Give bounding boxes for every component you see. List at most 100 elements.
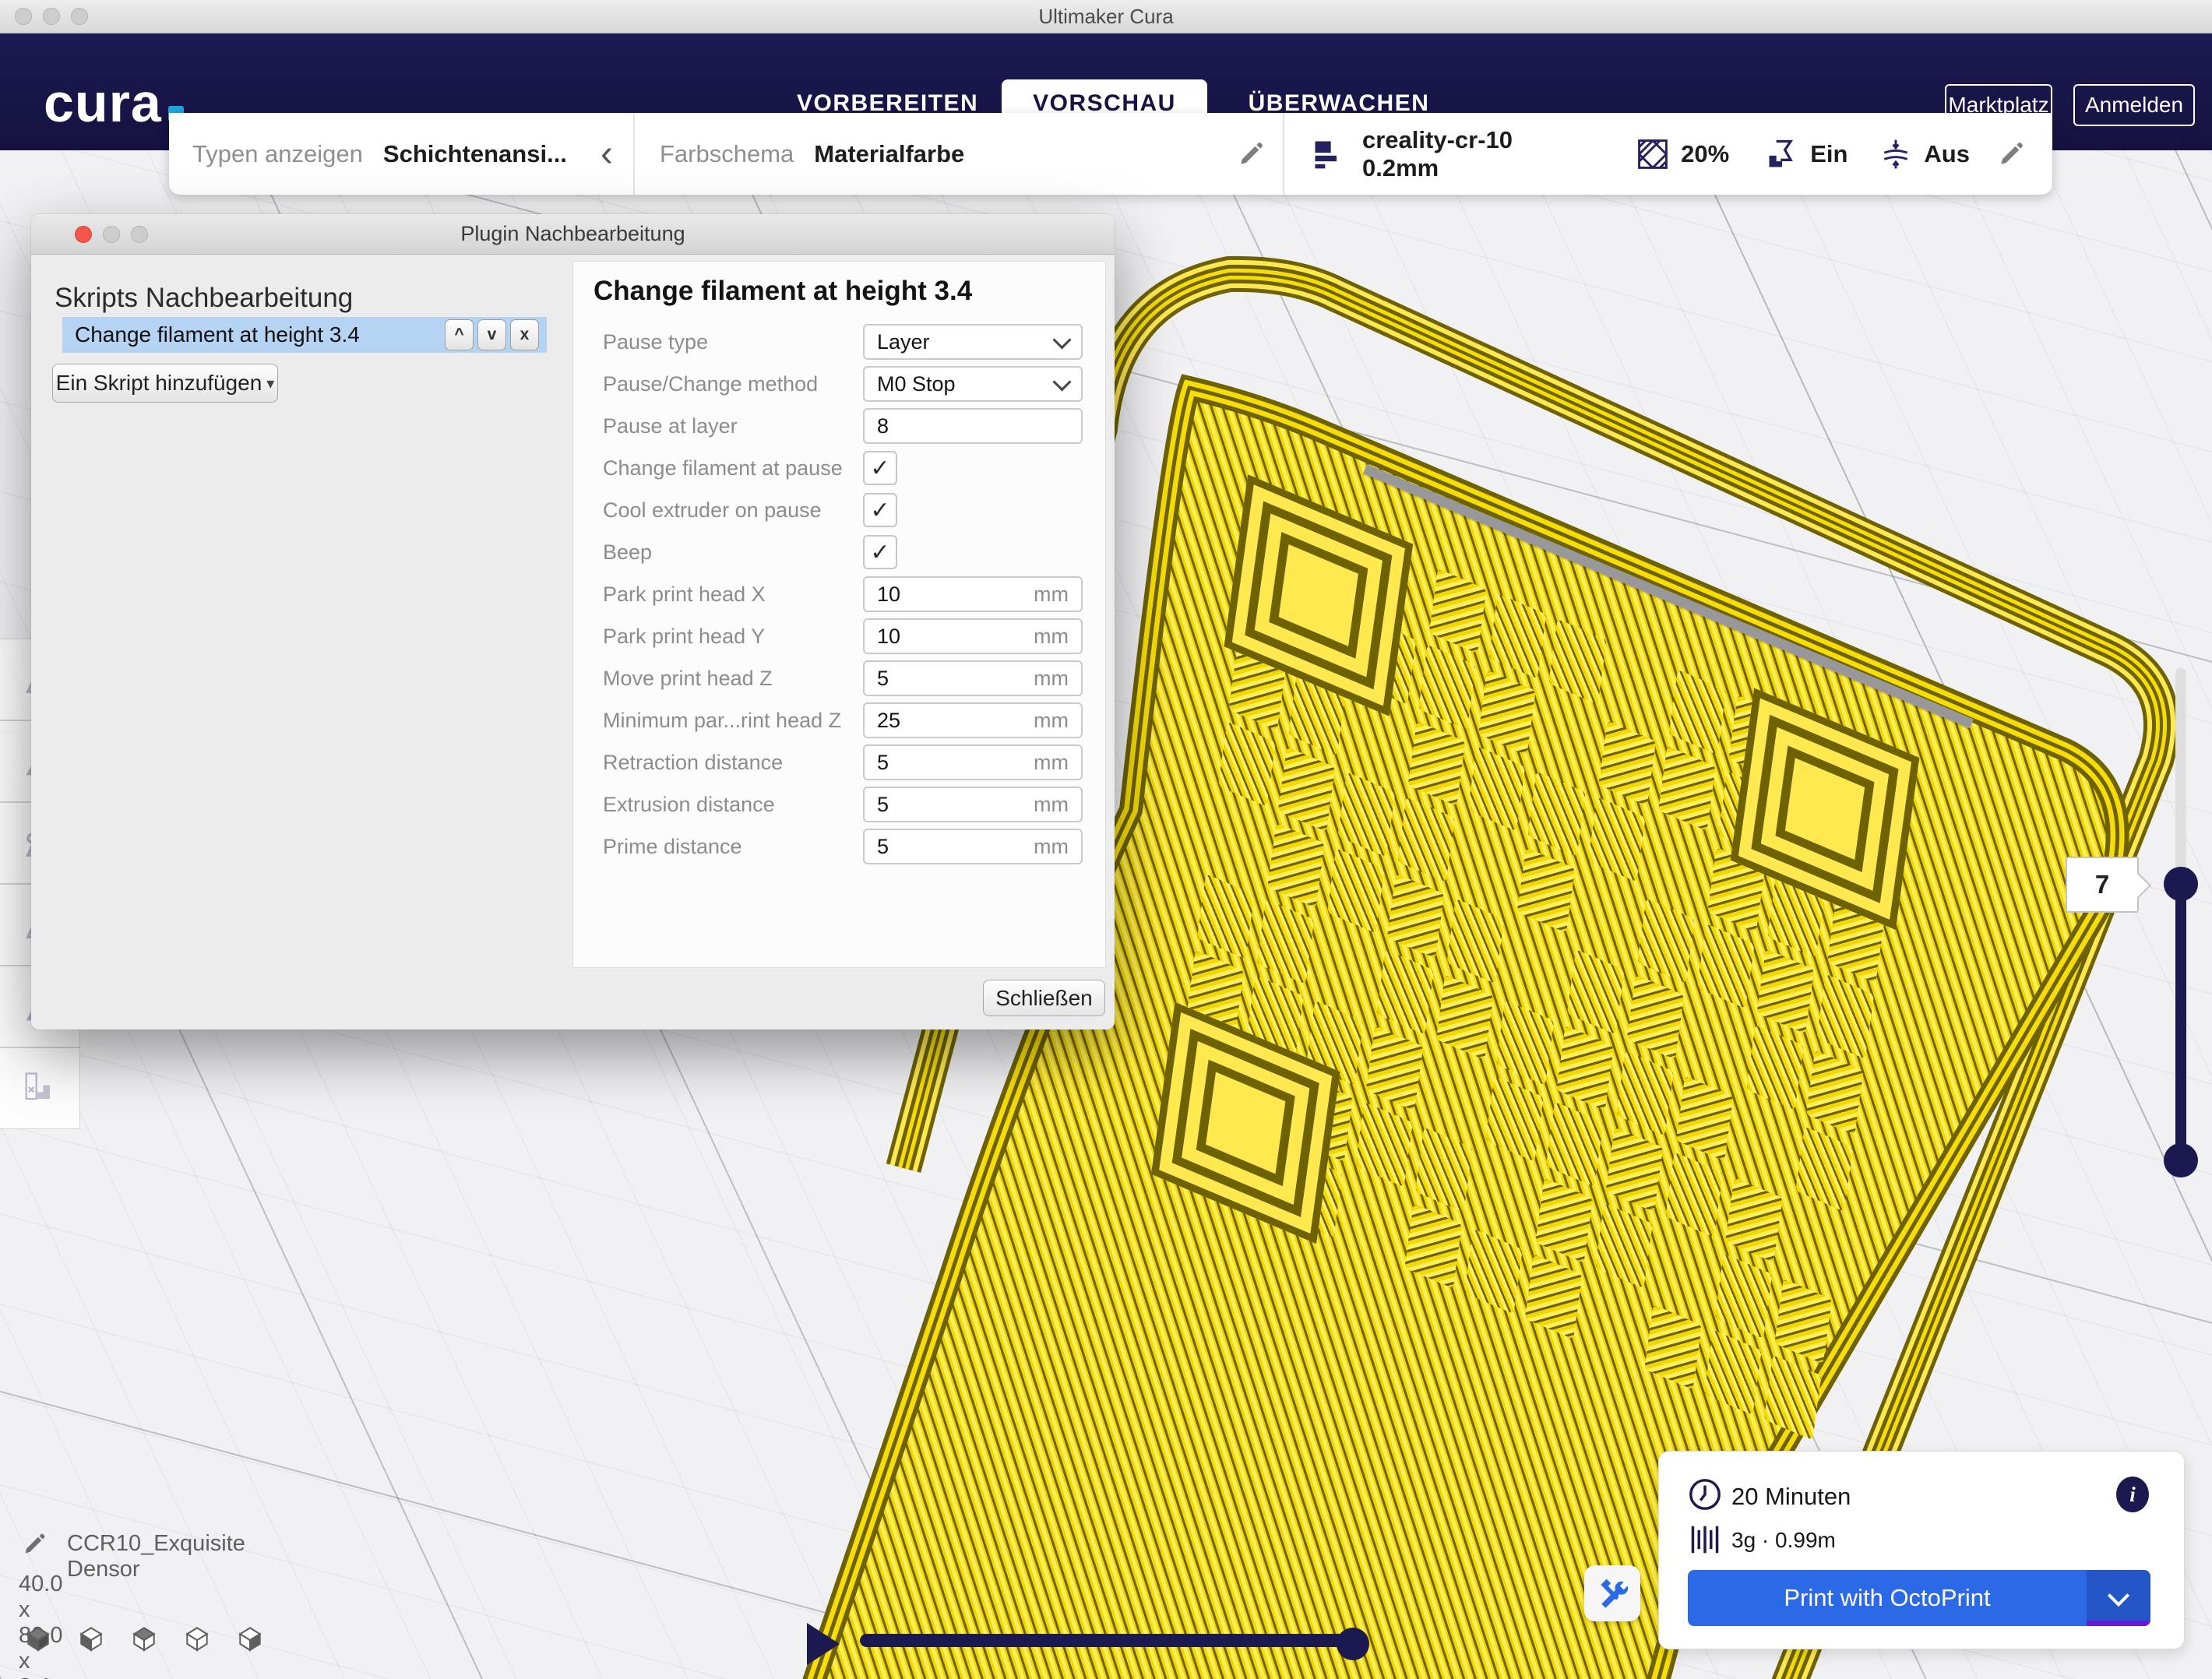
close-dialog-button[interactable]: Schließen (983, 980, 1105, 1016)
print-pattern-cell (1345, 1178, 1403, 1263)
scrubber-track[interactable] (860, 1634, 1358, 1647)
print-pattern-cell (1746, 1025, 1804, 1110)
chevron-down-icon (1052, 372, 1071, 391)
model-name[interactable]: CCR10_Exquisite Densor (67, 1531, 245, 1582)
prime-distance-input[interactable]: 5mm (863, 829, 1083, 864)
field-label: Cool extruder on pause (603, 498, 861, 523)
printer-profile[interactable]: creality-cr-10 0.2mm (1362, 126, 1586, 182)
dialog-titlebar[interactable]: Plugin Nachbearbeitung (31, 214, 1115, 255)
view-type-value[interactable]: Schichtenansi... (383, 140, 567, 168)
setting-row: Prime distance5mm (603, 825, 1083, 868)
hammer-wrench-icon (1595, 1576, 1629, 1610)
field-label: Minimum par...rint head Z (603, 709, 861, 733)
print-pattern-cell (1327, 848, 1385, 933)
print-pattern-cell (1626, 974, 1684, 1059)
field-label: Pause/Change method (603, 372, 861, 396)
color-scheme-value[interactable]: Materialfarbe (814, 140, 964, 168)
field-label: Retraction distance (603, 751, 861, 775)
print-pattern-cell (1584, 1279, 1642, 1364)
print-settings-section[interactable]: creality-cr-10 0.2mm 20% Ein Aus (1284, 113, 2052, 195)
setting-row: Move print head Z5mm (603, 657, 1083, 699)
print-options-dropdown-button[interactable] (2087, 1570, 2150, 1626)
dialog-title: Plugin Nachbearbeitung (31, 214, 1115, 254)
job-info-icon[interactable]: i (2116, 1477, 2149, 1512)
view-top-button[interactable] (129, 1623, 159, 1653)
view-3d-button[interactable] (23, 1623, 53, 1653)
setting-row: Park print head Y10mm (603, 615, 1083, 657)
print-pattern-cell (1725, 1177, 1783, 1262)
view-right-icon (235, 1623, 265, 1653)
field-label: Move print head Z (603, 667, 861, 691)
edit-pencil-icon[interactable] (1996, 139, 2026, 169)
minimum-par-rint-head-z-input[interactable]: 25mm (863, 702, 1083, 738)
setting-row: Beep✓ (603, 531, 1083, 573)
print-pattern-cell (1598, 720, 1656, 805)
change-filament-at-pause-checkbox[interactable]: ✓ (863, 451, 897, 485)
move-print-head-z-input[interactable]: 5mm (863, 660, 1083, 696)
print-button-group: Print with OctoPrint (1688, 1570, 2150, 1626)
view-front-icon (76, 1623, 106, 1653)
move-script-up-button[interactable]: ^ (445, 319, 474, 350)
extrusion-distance-input[interactable]: 5mm (863, 787, 1083, 822)
macos-titlebar: Ultimaker Cura (0, 0, 2212, 33)
cool-extruder-on-pause-checkbox[interactable]: ✓ (863, 493, 897, 527)
pause-change-method-select[interactable]: M0 Stop (863, 366, 1083, 402)
move-script-down-button[interactable]: v (477, 319, 506, 350)
unit-label: mm (1034, 667, 1069, 691)
beep-checkbox[interactable]: ✓ (863, 535, 897, 569)
pause-at-layer-input[interactable]: 8 (863, 408, 1083, 444)
color-scheme-section[interactable]: Farbschema Materialfarbe (635, 113, 1283, 195)
park-print-head-x-input[interactable]: 10mm (863, 576, 1083, 612)
print-pattern-cell (1436, 975, 1494, 1060)
adhesion-value: Aus (1924, 140, 1970, 168)
print-pattern-cell (1457, 822, 1515, 907)
scrubber-handle[interactable] (1337, 1628, 1369, 1660)
print-pattern-cell (1507, 924, 1565, 1008)
print-pattern-cell (1605, 1127, 1663, 1212)
print-pattern-cell (1465, 1229, 1523, 1314)
view-front-button[interactable] (76, 1623, 106, 1653)
support-blocker-tool-button[interactable] (0, 1047, 80, 1129)
window-title: Ultimaker Cura (0, 0, 2212, 33)
print-pattern-cell (1577, 873, 1635, 958)
print-pattern-cell (1366, 1026, 1424, 1111)
print-pattern-cell (1608, 644, 1666, 729)
support-blocker-tool-icon (19, 1068, 60, 1109)
print-time: 20 Minuten (1731, 1483, 1851, 1511)
print-pattern-cell (1668, 670, 1726, 755)
input-value: 8 (877, 414, 889, 438)
park-print-head-y-input[interactable]: 10mm (863, 618, 1083, 654)
remove-script-button[interactable]: x (510, 319, 539, 350)
retraction-distance-input[interactable]: 5mm (863, 744, 1083, 780)
rename-pencil-icon[interactable] (21, 1531, 48, 1558)
print-pattern-cell (1517, 848, 1575, 933)
print-pattern-cell (1489, 594, 1547, 679)
field-label: Pause type (603, 330, 861, 354)
print-pattern-cell (1676, 1076, 1734, 1161)
print-pattern-cell (1426, 1051, 1484, 1136)
print-pattern-cell (1528, 772, 1586, 857)
script-name: Change filament at height 3.4 (75, 322, 360, 347)
infill-icon (1636, 137, 1670, 171)
layer-slider-upper-handle[interactable] (2164, 867, 2198, 901)
view-type-section[interactable]: Typen anzeigen Schichtenansi... ‹ (169, 113, 633, 195)
unit-label: mm (1034, 835, 1069, 859)
play-button[interactable] (807, 1623, 840, 1665)
view-left-button[interactable] (182, 1623, 212, 1653)
field-label: Pause at layer (603, 414, 861, 438)
edit-pencil-icon[interactable] (1236, 139, 1266, 169)
print-pattern-cell (1795, 1126, 1853, 1211)
signin-button[interactable]: Anmelden (2073, 84, 2195, 126)
print-with-octoprint-button[interactable]: Print with OctoPrint (1688, 1570, 2087, 1626)
layer-slider-range (2175, 884, 2186, 1160)
view-right-button[interactable] (235, 1623, 265, 1653)
add-script-button[interactable]: Ein Skript hinzufügen ▾ (52, 364, 278, 403)
print-pattern-cell (1486, 1076, 1544, 1161)
collapse-chevron-icon[interactable]: ‹ (601, 139, 613, 170)
print-settings-tools-button[interactable] (1584, 1565, 1640, 1621)
setting-row: Extrusion distance5mm (603, 783, 1083, 825)
layer-slider-lower-handle[interactable] (2164, 1143, 2198, 1177)
print-pattern-cell (1686, 1000, 1744, 1085)
pause-type-select[interactable]: Layer (863, 324, 1083, 360)
print-pattern-cell (1257, 899, 1315, 984)
